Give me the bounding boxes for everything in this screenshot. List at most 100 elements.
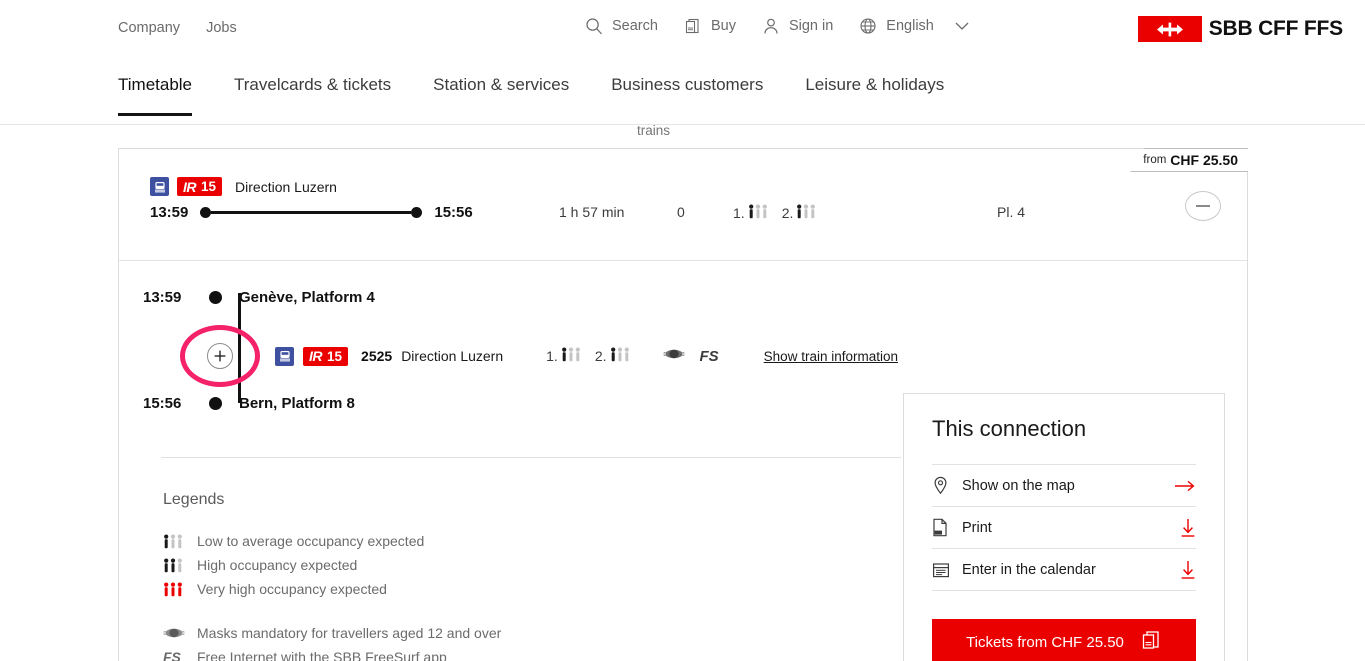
occupancy-first-class: 1. <box>733 204 770 222</box>
plus-icon <box>214 350 226 362</box>
legends-section: Legends Low to average occupancy expecte… <box>163 491 883 661</box>
legend-item: Low to average occupancy expected <box>163 529 883 553</box>
meta-links: Company Jobs <box>118 20 237 36</box>
detail-arrival-stop: 15:56 Bern, Platform 8 <box>143 393 355 413</box>
ticket-icon <box>684 17 702 35</box>
legend-item: High occupancy expected <box>163 553 883 577</box>
nav-item-travelcards-tickets[interactable]: Travelcards & tickets <box>234 75 391 116</box>
product-number-label: 15 <box>201 179 217 194</box>
nav-item-timetable[interactable]: Timetable <box>118 75 193 116</box>
detail-departure-stop: 13:59 Genève, Platform 4 <box>143 287 375 307</box>
occupancy-second-class: 2. <box>782 204 819 222</box>
leg-direction: Direction Luzern <box>401 348 504 364</box>
train-picture-icon <box>150 177 169 196</box>
language-label: English <box>886 18 934 34</box>
legend-label: Masks mandatory for travellers aged 12 a… <box>197 625 502 641</box>
sbb-logo-text: SBB CFF FFS <box>1208 17 1343 40</box>
mask-icon <box>163 626 197 640</box>
legend-item: Masks mandatory for travellers aged 12 a… <box>163 621 883 645</box>
buy-button[interactable]: Buy <box>684 17 736 35</box>
side-row-label: Enter in the calendar <box>962 561 1096 578</box>
meta-link-jobs[interactable]: Jobs <box>206 20 237 36</box>
product-badge-ir15: IR 15 <box>177 177 223 196</box>
leg-occupancy: 1. 2. <box>546 347 631 365</box>
legend-label: Very high occupancy expected <box>197 581 387 597</box>
legends-title: Legends <box>163 491 225 508</box>
journey-line <box>211 211 412 214</box>
leg-details-row: IR 15 2525 Direction Luzern 1. 2. FS Sho… <box>143 325 898 387</box>
arrow-right-icon <box>1170 480 1196 492</box>
detail-departure-station: Genève, Platform 4 <box>239 288 375 306</box>
calendar-row[interactable]: Enter in the calendar <box>932 549 1196 591</box>
nav-item-business-customers[interactable]: Business customers <box>611 75 763 116</box>
connection-summary-row[interactable]: from CHF 25.50 IR 15 Direction Luzern 13… <box>119 148 1248 261</box>
summary-occupancy: 1. 2. <box>733 204 818 222</box>
sign-in-label: Sign in <box>788 18 834 34</box>
meta-header: Company Jobs Search Buy Sign in English … <box>0 0 1365 59</box>
detail-divider <box>161 457 901 458</box>
detail-arrival-time: 15:56 <box>143 394 182 412</box>
side-panel-title: This connection <box>932 416 1087 441</box>
arrival-dot-icon <box>205 396 225 410</box>
connection-detail: 13:59 Genève, Platform 4 IR 15 2525 Dire… <box>119 261 1247 661</box>
main-navigation: Timetable Travelcards & tickets Station … <box>0 59 1365 125</box>
arrival-dot-icon <box>411 207 423 218</box>
calendar-icon <box>932 561 962 579</box>
summary-product-line: IR 15 Direction Luzern <box>150 177 337 196</box>
expand-intermediate-stops-button[interactable] <box>207 343 233 369</box>
summary-departure-time: 13:59 <box>150 204 189 221</box>
search-icon <box>585 17 603 35</box>
clipped-background-text: trains <box>637 123 671 138</box>
freesurf-icon: FS <box>699 347 719 365</box>
print-row[interactable]: Print <box>932 507 1196 549</box>
nav-item-station-services[interactable]: Station & services <box>433 75 569 116</box>
summary-duration: 1 h 57 min <box>559 204 625 220</box>
leg-occupancy-first-class: 1. <box>546 347 583 365</box>
side-row-label: Show on the map <box>962 477 1075 494</box>
summary-journey-bar <box>200 207 423 218</box>
sbb-logo[interactable]: SBB CFF FFS <box>1137 16 1343 42</box>
product-line-label: IR <box>183 178 197 195</box>
show-train-information-link[interactable]: Show train information <box>764 349 898 364</box>
user-icon <box>762 17 780 35</box>
buy-label: Buy <box>710 18 736 34</box>
leg-occupancy-second-label: 2. <box>594 348 607 364</box>
leg-number-label: 15 <box>327 348 343 364</box>
nav-divider <box>0 124 1365 125</box>
nav-item-leisure-holidays[interactable]: Leisure & holidays <box>805 75 944 116</box>
occupancy-first-class-label: 1. <box>733 205 745 221</box>
search-button[interactable]: Search <box>585 17 658 35</box>
price-prefix: from <box>1143 154 1167 166</box>
summary-changes: 0 <box>677 204 685 220</box>
occupancy-low-icon <box>561 347 583 365</box>
detail-arrival-station: Bern, Platform 8 <box>239 394 355 412</box>
legend-item: Very high occupancy expected <box>163 577 883 601</box>
price-badge: from CHF 25.50 <box>1130 148 1248 172</box>
legend-label: Free Internet with the SBB FreeSurf app <box>197 649 447 661</box>
leg-occupancy-first-label: 1. <box>546 348 558 364</box>
connection-card: from CHF 25.50 IR 15 Direction Luzern 13… <box>118 148 1248 661</box>
chevron-down-icon <box>955 21 969 31</box>
legend-label: Low to average occupancy expected <box>197 533 425 549</box>
search-label: Search <box>612 18 658 34</box>
occupancy-second-class-label: 2. <box>781 205 794 221</box>
sbb-logo-mark <box>1137 16 1202 42</box>
sign-in-button[interactable]: Sign in <box>762 17 833 35</box>
meta-link-company[interactable]: Company <box>118 20 180 36</box>
collapse-connection-button[interactable] <box>1185 191 1221 221</box>
legend-spacer <box>163 601 883 621</box>
mask-icon <box>662 347 685 366</box>
occupancy-low-icon <box>610 347 632 365</box>
legend-label: High occupancy expected <box>197 557 358 573</box>
summary-direction: Direction Luzern <box>235 178 337 195</box>
journey-leg: 13:59 Genève, Platform 4 IR 15 2525 Dire… <box>143 281 903 431</box>
detail-departure-time: 13:59 <box>143 288 182 306</box>
pdf-icon <box>932 518 962 537</box>
leg-line-label: IR <box>309 348 323 364</box>
summary-arrival-time: 15:56 <box>434 204 473 221</box>
language-selector[interactable]: English <box>859 17 969 35</box>
map-pin-icon <box>932 476 962 495</box>
show-on-map-row[interactable]: Show on the map <box>932 465 1196 507</box>
tickets-button[interactable]: Tickets from CHF 25.50 <box>932 619 1196 661</box>
product-badge-ir15: IR 15 <box>303 346 349 366</box>
